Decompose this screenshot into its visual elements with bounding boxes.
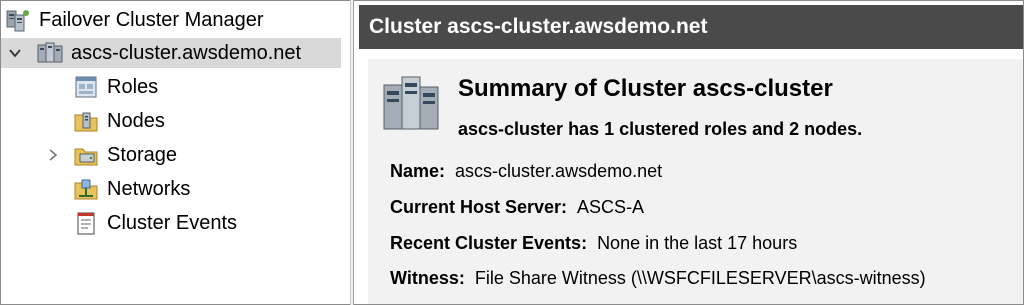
networks-icon: [74, 179, 98, 200]
detail-value: ASCS-A: [577, 197, 645, 217]
detail-row-name: Name: ascs-cluster.awsdemo.net: [390, 161, 662, 182]
summary-section: Summary of Cluster ascs-cluster ascs-clu…: [368, 59, 1023, 304]
detail-key: Recent Cluster Events:: [390, 233, 588, 253]
roles-icon: [75, 76, 97, 98]
detail-value: File Share Witness (\\WSFCFILESERVER\asc…: [474, 268, 926, 288]
detail-key: Current Host Server:: [390, 197, 568, 217]
tree-item-cluster-events[interactable]: Cluster Events: [73, 208, 237, 238]
tree-item-label: Cluster Events: [107, 211, 238, 234]
detail-row-witness: Witness: File Share Witness (\\WSFCFILESE…: [390, 268, 926, 289]
tree-item-failover-cluster-manager[interactable]: Failover Cluster Manager: [5, 5, 264, 35]
storage-icon: [74, 148, 98, 166]
detail-key: Witness:: [390, 268, 465, 288]
tree-item-networks[interactable]: Networks: [73, 174, 190, 204]
tree-item-label: Nodes: [107, 109, 165, 132]
summary-title: Summary of Cluster ascs-cluster: [458, 75, 833, 102]
detail-value: None in the last 17 hours: [597, 233, 798, 253]
tree-item-label: Failover Cluster Manager: [39, 8, 264, 31]
detail-row-current-host-server: Current Host Server: ASCS-A: [390, 197, 644, 218]
chevron-right-icon[interactable]: [45, 147, 61, 163]
chevron-down-icon[interactable]: [7, 45, 23, 61]
tree-item-roles[interactable]: Roles: [73, 72, 158, 102]
tree-item-label: Networks: [107, 177, 191, 200]
cluster-events-icon: [77, 212, 95, 235]
details-pane: Cluster ascs-cluster.awsdemo.net Summary…: [354, 1, 1023, 304]
navigation-tree: Failover Cluster Manager ascs-cluster.aw…: [1, 1, 350, 304]
cluster-icon: [37, 42, 63, 63]
panel-header: Cluster ascs-cluster.awsdemo.net: [359, 5, 1023, 49]
nodes-icon: [74, 112, 98, 132]
summary-subtitle: ascs-cluster has 1 clustered roles and 2…: [458, 119, 863, 139]
tree-item-label: ascs-cluster.awsdemo.net: [71, 41, 302, 64]
cluster-servers-icon: [383, 76, 439, 130]
tree-item-storage[interactable]: Storage: [45, 140, 177, 170]
detail-value: ascs-cluster.awsdemo.net: [455, 161, 663, 181]
tree-item-label: Storage: [107, 143, 178, 166]
cluster-manager-icon: [6, 10, 29, 32]
detail-row-recent-cluster-events: Recent Cluster Events: None in the last 1…: [390, 233, 797, 254]
detail-key: Name:: [390, 161, 446, 181]
tree-item-cluster[interactable]: ascs-cluster.awsdemo.net: [1, 38, 341, 68]
tree-item-nodes[interactable]: Nodes: [73, 106, 165, 136]
panel-header-title: Cluster ascs-cluster.awsdemo.net: [369, 15, 708, 38]
tree-item-label: Roles: [107, 75, 159, 98]
